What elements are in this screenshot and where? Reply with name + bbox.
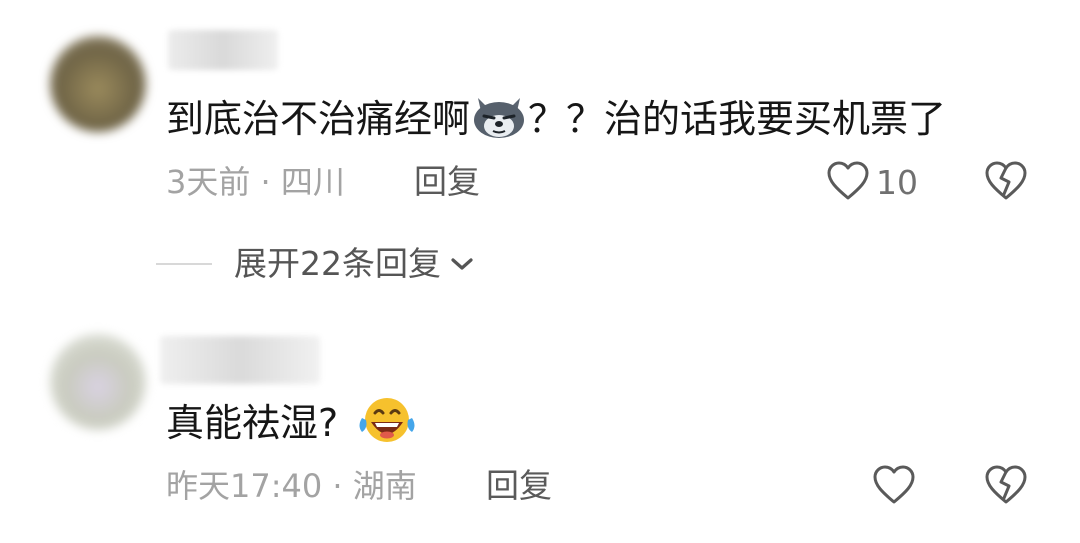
comment-meta: 3天前 · 四川 [166, 163, 345, 201]
expand-replies-label: 展开22条回复 [234, 244, 441, 283]
reply-button[interactable]: 回复 [486, 466, 552, 506]
divider-line [156, 263, 212, 265]
comment-meta: 昨天17:40 · 湖南 [166, 467, 417, 505]
like-count: 10 [876, 163, 918, 202]
comment-text-part: 到底治不治痛经啊 [166, 97, 471, 141]
broken-heart-icon [984, 465, 1028, 510]
like-button[interactable]: 10 [826, 160, 918, 206]
heart-icon [826, 160, 870, 206]
comment-text-part: 真能祛湿? [166, 401, 339, 445]
username-blurred[interactable] [160, 336, 320, 384]
heart-icon [872, 464, 916, 510]
comment-text: 到底治不治痛经啊 ？？治的话我要买机票了 [166, 94, 946, 149]
chevron-down-icon [449, 255, 475, 273]
dislike-button[interactable] [984, 160, 1028, 206]
reply-button[interactable]: 回复 [414, 162, 480, 202]
expand-replies-button[interactable]: 展开22条回复 [156, 244, 475, 284]
dislike-button[interactable] [984, 464, 1028, 510]
comment-text-part: ？？治的话我要买机票了 [528, 97, 947, 141]
avatar[interactable] [50, 36, 146, 132]
tears-of-joy-emoji [356, 396, 418, 455]
username-blurred[interactable] [168, 30, 278, 70]
avatar[interactable] [50, 334, 146, 430]
wolf-face-emoji [470, 94, 528, 149]
broken-heart-icon [984, 161, 1028, 206]
comment-text: 真能祛湿? [166, 396, 418, 455]
like-button[interactable] [872, 464, 916, 510]
